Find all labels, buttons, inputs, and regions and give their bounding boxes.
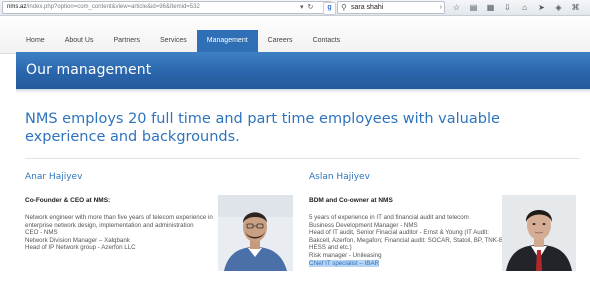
person-role-anar: Co-Founder & CEO at NMS: xyxy=(25,197,111,204)
bio-line: enterprise network design, implementatio… xyxy=(25,221,194,229)
person-role-aslan: BDM and Co-owner at NMS xyxy=(309,197,393,204)
extension-icon[interactable]: ⌘ xyxy=(571,2,580,13)
nav-item-careers[interactable]: Careers xyxy=(258,30,303,52)
page-banner: Our management xyxy=(16,52,590,89)
bookmarks-icon[interactable]: ▦ xyxy=(486,2,495,13)
bio-line: Bakcell, Azerfon, Megafon; Financial aud… xyxy=(309,236,509,244)
nav-item-about-us[interactable]: About Us xyxy=(55,30,104,52)
browser-toolbar: nms.az/index.php?option=com_content&view… xyxy=(0,0,590,16)
search-engine-icon[interactable]: g xyxy=(323,2,336,15)
bio-line: Network engineer with more than five yea… xyxy=(25,214,213,221)
person-bio-aslan: 5 years of experience in IT and financia… xyxy=(309,214,508,267)
home-icon[interactable]: ⌂ xyxy=(520,2,529,13)
pocket-icon[interactable]: ◈ xyxy=(554,2,563,13)
bio-line: Business Development Manager - NMS xyxy=(309,221,418,229)
reload-icon[interactable]: ↻ xyxy=(308,3,314,11)
dropdown-arrow-icon[interactable]: ▾ xyxy=(300,3,304,11)
person-name-aslan: Aslan Hajiyev xyxy=(309,172,370,182)
banner-shadow xyxy=(16,89,590,93)
nav-item-home[interactable]: Home xyxy=(16,30,55,52)
bio-line: 5 years of experience in IT and financia… xyxy=(309,214,469,221)
reader-icon[interactable]: ▤ xyxy=(469,2,478,13)
bio-line: CEO - NMS xyxy=(25,229,58,237)
nav-item-contacts[interactable]: Contacts xyxy=(303,30,351,52)
toolbar-icons: ☆ ▤ ▦ ⇩ ⌂ ➤ ◈ ⌘ ≡ xyxy=(452,2,590,13)
share-icon[interactable]: ➤ xyxy=(537,2,546,13)
person-bio-anar: Network engineer with more than five yea… xyxy=(25,214,213,252)
page-title: Our management xyxy=(26,62,152,78)
bio-line: Network Division Manager – Xalqbank xyxy=(25,236,130,244)
nav-item-services[interactable]: Services xyxy=(150,30,197,52)
person-name-anar: Anar Hajiyev xyxy=(25,172,83,182)
bio-line: Head of IP Network group - Azerfon LLC xyxy=(25,244,136,252)
portrait-image xyxy=(502,195,576,271)
bio-line: HESS and etc.) xyxy=(309,244,352,252)
download-icon[interactable]: ⇩ xyxy=(503,2,512,13)
portrait-image xyxy=(218,195,293,271)
url-domain: nms.az xyxy=(7,4,27,10)
url-path: /index.php?option=com_content&view=artic… xyxy=(26,4,200,10)
section-divider xyxy=(25,158,580,159)
bio-line-highlighted: Chief IT specialist – IBAR xyxy=(309,259,380,267)
intro-text: NMS employs 20 full time and part time e… xyxy=(25,111,500,145)
person-photo-aslan xyxy=(502,195,576,271)
search-input-value: sara shahi xyxy=(351,4,384,11)
search-input[interactable]: ⚲ sara shahi › xyxy=(337,1,445,14)
address-bar[interactable]: nms.az/index.php?option=com_content&view… xyxy=(2,1,332,14)
address-bar-controls: ▾ ↻ xyxy=(300,3,313,11)
search-go-icon[interactable]: › xyxy=(440,2,442,13)
bio-line: Head of IT audit, Senior Finacial audito… xyxy=(309,229,489,237)
nav-item-management[interactable]: Management xyxy=(196,30,258,52)
nav-item-partners[interactable]: Partners xyxy=(103,30,149,52)
person-photo-anar xyxy=(218,195,293,271)
star-icon[interactable]: ☆ xyxy=(452,2,461,13)
search-icon: ⚲ xyxy=(341,3,347,12)
bio-line: Risk manager - Unileasing xyxy=(309,251,382,259)
main-nav: Home About Us Partners Services Manageme… xyxy=(16,30,350,52)
